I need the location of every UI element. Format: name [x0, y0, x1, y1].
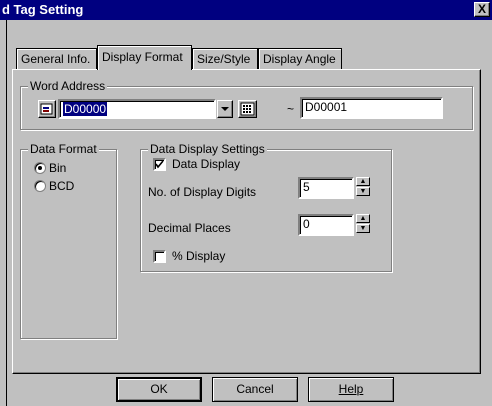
close-icon: X: [477, 2, 486, 16]
chevron-down-icon: [221, 107, 229, 111]
checkbox-label: % Display: [172, 249, 226, 263]
radio-bcd[interactable]: BCD: [34, 179, 114, 193]
radio-indicator: [34, 180, 46, 192]
tab-display-format[interactable]: Display Format: [97, 45, 192, 70]
keypad-button[interactable]: [238, 100, 257, 118]
end-address-field: D00001: [300, 97, 443, 119]
radio-indicator: [34, 162, 46, 174]
tab-general-info[interactable]: General Info.: [16, 48, 97, 69]
decimal-places-value: 0: [303, 217, 310, 231]
display-digits-label: No. of Display Digits: [148, 185, 257, 199]
close-button[interactable]: X: [474, 2, 490, 17]
percent-display-checkbox[interactable]: % Display: [153, 249, 263, 264]
data-format-group: [20, 149, 117, 339]
spin-down-icon[interactable]: ▼: [356, 224, 370, 233]
tab-label: Display Angle: [263, 52, 336, 66]
end-address-value: D00001: [305, 100, 348, 114]
help-label: Help: [338, 382, 364, 396]
word-address-legend: Word Address: [28, 79, 108, 93]
checkbox-box: [153, 250, 166, 263]
ok-button[interactable]: OK: [116, 377, 202, 402]
decimal-places-label: Decimal Places: [148, 221, 231, 235]
data-display-checkbox[interactable]: Data Display: [153, 157, 273, 172]
window-title: d Tag Setting: [2, 2, 84, 17]
bit-address-icon: [40, 103, 53, 115]
radio-bin[interactable]: Bin: [34, 161, 114, 175]
radio-label: Bin: [49, 161, 67, 175]
display-digits-value: 5: [303, 180, 310, 194]
decimal-places-spinner[interactable]: ▲ ▼: [356, 214, 372, 234]
spin-down-icon[interactable]: ▼: [356, 187, 370, 196]
checkbox-label: Data Display: [172, 157, 241, 171]
bit-address-button[interactable]: [38, 100, 56, 118]
radio-label: BCD: [49, 179, 75, 193]
address-value: D00000: [63, 102, 108, 116]
spin-up-icon[interactable]: ▲: [356, 177, 370, 186]
tab-size-style[interactable]: Size/Style: [192, 48, 258, 69]
checkbox-box: [153, 158, 166, 171]
tab-label: Size/Style: [197, 52, 251, 66]
word-address-input[interactable]: D00000: [58, 99, 216, 119]
cancel-label: Cancel: [236, 382, 274, 396]
keypad-icon: [240, 102, 255, 116]
checkmark-icon: [155, 160, 164, 169]
tab-label: General Info.: [21, 52, 91, 66]
address-dropdown-button[interactable]: [217, 100, 233, 118]
tab-label: Display Format: [102, 50, 183, 64]
tab-display-angle[interactable]: Display Angle: [258, 48, 342, 69]
display-digits-spinner[interactable]: ▲ ▼: [356, 177, 372, 197]
title-bar: d Tag Setting X: [0, 0, 492, 20]
help-button[interactable]: Help: [308, 377, 394, 402]
display-digits-input[interactable]: 5: [298, 177, 354, 199]
decimal-places-input[interactable]: 0: [298, 214, 354, 236]
window-edge: [6, 20, 7, 406]
data-display-settings-legend: Data Display Settings: [148, 142, 267, 156]
spin-up-icon[interactable]: ▲: [356, 214, 370, 223]
range-separator: ~: [287, 102, 295, 116]
ok-label: OK: [150, 382, 168, 396]
data-format-legend: Data Format: [28, 142, 99, 156]
cancel-button[interactable]: Cancel: [212, 377, 298, 402]
